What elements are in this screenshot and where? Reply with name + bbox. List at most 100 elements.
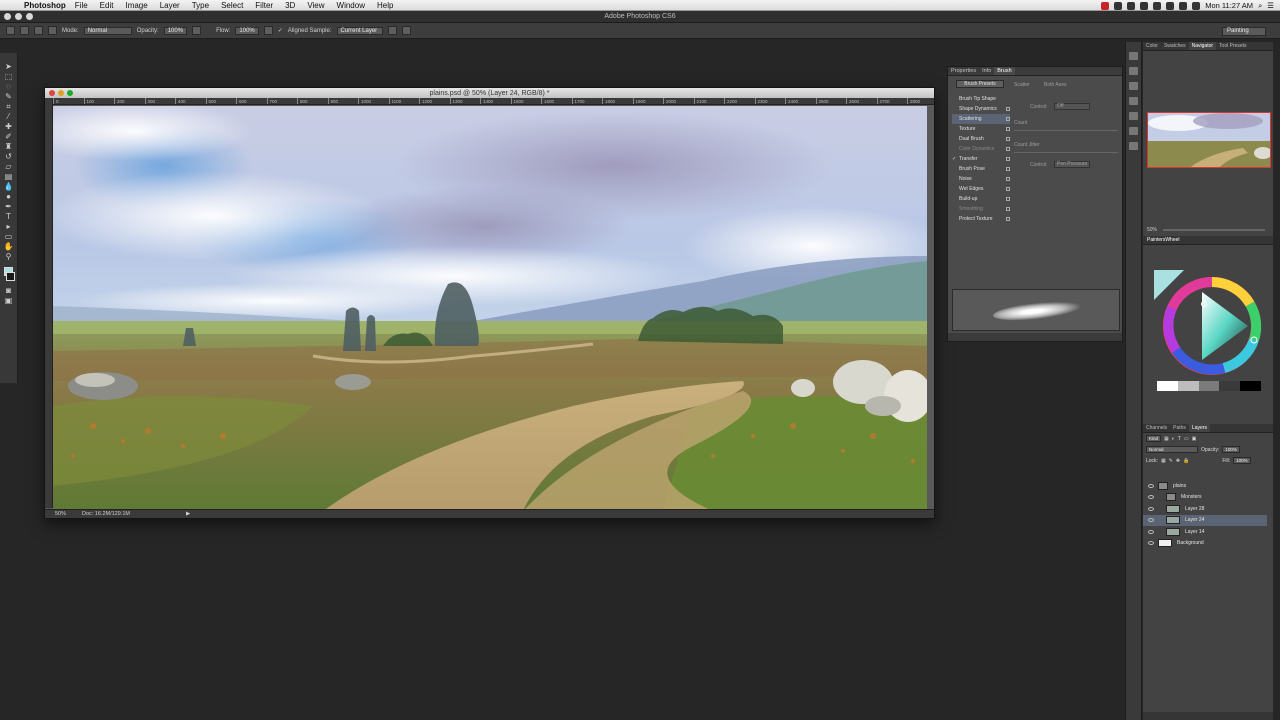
minimize-window-button[interactable] — [15, 13, 22, 20]
brush-option-brush-tip-shape[interactable]: Brush Tip Shape — [952, 94, 1010, 104]
brush-option-scattering[interactable]: Scattering — [952, 114, 1010, 124]
aligned-checkbox[interactable]: ✓ — [278, 27, 283, 34]
opacity-input[interactable]: 100% — [163, 26, 188, 35]
brush-option-transfer[interactable]: Transfer — [952, 154, 1010, 164]
airbrush-icon[interactable] — [263, 26, 273, 35]
toggle-brush-panel-icon[interactable] — [34, 26, 43, 35]
visibility-eye-icon[interactable] — [1148, 506, 1154, 511]
tab-tool-presets[interactable]: Tool Presets — [1216, 42, 1250, 50]
menu-layer[interactable]: Layer — [160, 1, 180, 10]
menu-window[interactable]: Window — [337, 1, 365, 10]
actions-panel-icon[interactable] — [1129, 67, 1138, 75]
menu-filter[interactable]: Filter — [255, 1, 273, 10]
brush-size-picker[interactable] — [20, 26, 29, 35]
quick-mask-icon[interactable]: ◙ — [4, 287, 14, 295]
workspace-switcher[interactable]: Painting — [1222, 27, 1266, 36]
volume-icon[interactable] — [1179, 1, 1188, 10]
search-icon[interactable]: ⌕ — [1258, 1, 1262, 11]
hand-tool-icon[interactable]: ✋ — [4, 243, 14, 251]
menu-image[interactable]: Image — [125, 1, 147, 10]
landscape-painting[interactable] — [53, 106, 927, 511]
close-document-button[interactable] — [49, 90, 55, 96]
menu-file[interactable]: File — [75, 1, 88, 10]
character-panel-icon[interactable] — [1129, 127, 1138, 135]
lock-transparent-icon[interactable]: ▦ — [1161, 458, 1166, 464]
quick-select-tool-icon[interactable]: ✎ — [4, 93, 14, 101]
lock-icon[interactable] — [1006, 147, 1010, 151]
blur-tool-icon[interactable]: 💧 — [4, 183, 14, 191]
minimize-document-button[interactable] — [58, 90, 64, 96]
pressure-opacity-icon[interactable] — [192, 26, 202, 35]
crop-tool-icon[interactable]: ⌗ — [4, 103, 14, 111]
history-panel-icon[interactable] — [1129, 52, 1138, 60]
lock-icon[interactable] — [1006, 187, 1010, 191]
clone-stamp-tool-icon[interactable] — [6, 26, 15, 35]
status-icon[interactable] — [1114, 1, 1123, 10]
blend-mode-select[interactable]: Normal — [1146, 446, 1198, 453]
lock-image-icon[interactable]: ✎ — [1169, 458, 1173, 464]
brush-option-wet-edges[interactable]: Wet Edges — [952, 184, 1010, 194]
status-icon[interactable] — [1153, 1, 1162, 10]
lock-icon[interactable] — [1006, 127, 1010, 131]
brush-option-color-dynamics[interactable]: Color Dynamics — [952, 144, 1010, 154]
status-icon[interactable] — [1127, 1, 1136, 10]
navigator-zoom-slider[interactable] — [1163, 229, 1265, 231]
clone-stamp-tool-icon[interactable]: ♜ — [4, 143, 14, 151]
filter-pixel-icon[interactable]: ▦ — [1164, 436, 1169, 442]
path-select-tool-icon[interactable]: ▸ — [4, 223, 14, 231]
brush-option-build-up[interactable]: Build-up — [952, 194, 1010, 204]
visibility-eye-icon[interactable] — [1148, 495, 1154, 499]
visibility-eye-icon[interactable] — [1148, 529, 1154, 534]
toggle-clone-source-icon[interactable] — [48, 26, 57, 35]
background-color-swatch[interactable] — [6, 272, 15, 281]
flow-input[interactable]: 100% — [235, 26, 259, 35]
tab-info[interactable]: Info — [979, 67, 994, 75]
lock-icon[interactable] — [1006, 107, 1010, 111]
marquee-tool-icon[interactable]: ⬚ — [4, 73, 14, 81]
tab-paths[interactable]: Paths — [1170, 424, 1189, 432]
visibility-eye-icon[interactable] — [1148, 541, 1154, 545]
lock-icon[interactable] — [1006, 117, 1010, 121]
vertical-ruler[interactable] — [45, 98, 53, 508]
filter-type-icon[interactable]: T — [1178, 436, 1181, 442]
lock-icon[interactable] — [1006, 197, 1010, 201]
count-slider[interactable] — [1014, 130, 1118, 131]
menu-clock[interactable]: Mon 11:27 AM — [1205, 1, 1253, 10]
kind-filter-select[interactable]: Kind — [1146, 435, 1162, 442]
control-select[interactable]: Pen Pressure — [1054, 161, 1090, 168]
dodge-tool-icon[interactable]: ● — [4, 193, 14, 201]
zoom-document-button[interactable] — [67, 90, 73, 96]
document-zoom[interactable]: 50% — [55, 511, 66, 517]
move-tool-icon[interactable]: ➤ — [4, 63, 14, 71]
brush-option-noise[interactable]: Noise — [952, 174, 1010, 184]
record-icon[interactable] — [1101, 1, 1110, 10]
eraser-tool-icon[interactable]: ▱ — [4, 163, 14, 171]
shape-tool-icon[interactable]: ▭ — [4, 233, 14, 241]
layer-row[interactable]: Layer 24 — [1143, 514, 1267, 526]
color-wheel[interactable] — [1154, 270, 1262, 378]
brush-option-protect-texture[interactable]: Protect Texture — [952, 214, 1010, 224]
document-size[interactable]: Doc: 16.2M/129.1M — [82, 511, 130, 517]
layer-row[interactable]: Layer 28 — [1143, 503, 1267, 514]
layer-opacity-input[interactable]: 100% — [1222, 446, 1240, 453]
menu-type[interactable]: Type — [192, 1, 209, 10]
ignore-adjustment-layers-icon[interactable] — [387, 26, 397, 35]
tab-properties[interactable]: Properties — [948, 67, 979, 75]
brush-panel-icon[interactable] — [1129, 112, 1138, 120]
info-panel-icon[interactable] — [1129, 97, 1138, 105]
healing-brush-tool-icon[interactable]: ✚ — [4, 123, 14, 131]
layer-row[interactable]: Monsters — [1143, 492, 1267, 503]
type-tool-icon[interactable]: T — [4, 213, 14, 221]
tab-channels[interactable]: Channels — [1143, 424, 1170, 432]
mode-select[interactable]: Normal — [83, 26, 132, 35]
menu-edit[interactable]: Edit — [100, 1, 114, 10]
both-axes-checkbox[interactable]: Both Axes — [1044, 82, 1067, 88]
tab-swatches[interactable]: Swatches — [1161, 42, 1189, 50]
pen-tool-icon[interactable]: ✒ — [4, 203, 14, 211]
layer-row[interactable]: plains — [1143, 480, 1267, 491]
lock-icon[interactable] — [1006, 207, 1010, 211]
menu-help[interactable]: Help — [377, 1, 393, 10]
horizontal-ruler[interactable]: 0 100 200 300 400 500 600 700 800 900 1000 1100 1200… — [53, 98, 934, 105]
control-select[interactable]: Off — [1054, 103, 1090, 110]
count-jitter-slider[interactable] — [1014, 152, 1118, 153]
